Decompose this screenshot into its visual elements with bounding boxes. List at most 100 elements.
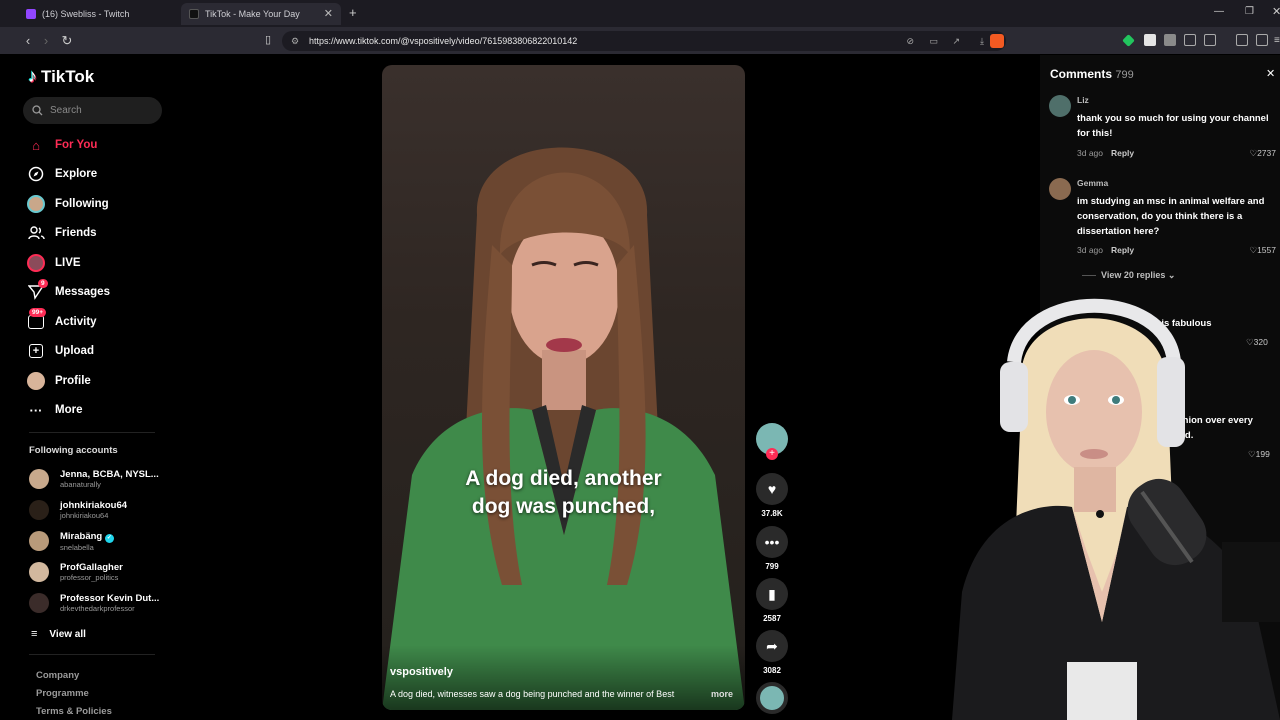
footer-link-programme[interactable]: Programme <box>36 688 89 699</box>
profile-avatar-icon <box>27 372 45 390</box>
comments-count: 799 <box>1115 69 1134 81</box>
media-icon[interactable] <box>1236 34 1248 46</box>
author-avatar-button[interactable]: + <box>756 423 788 460</box>
reply-button[interactable]: Reply <box>1111 245 1134 255</box>
sidebar-item-messages[interactable]: 9 Messages <box>27 279 110 303</box>
extensions-puzzle-icon[interactable] <box>1184 34 1196 46</box>
comment-likes: 2737 <box>1257 148 1276 158</box>
comment-count: 799 <box>765 562 779 571</box>
send-icon: 9 <box>27 279 48 301</box>
bookmark-icon: ▮ <box>756 578 788 610</box>
share-icon[interactable]: ↗ <box>952 31 960 51</box>
sidebar-item-following[interactable]: Following <box>27 193 109 215</box>
footer-link-company[interactable]: Company <box>36 670 79 681</box>
list-icon: ≡ <box>31 628 38 640</box>
following-account[interactable]: Mirabäng ✓ snelabella <box>29 528 114 554</box>
sidebar-item-label: LIVE <box>55 257 81 269</box>
view-all-button[interactable]: ≡ View all <box>31 623 86 645</box>
like-button[interactable]: ♥ 37.8K <box>756 473 788 518</box>
sidebar-item-more[interactable]: ··· More <box>27 399 83 421</box>
music-disc-button[interactable] <box>756 682 788 714</box>
following-account[interactable]: ProfGallagher professor_politics <box>29 559 123 585</box>
comment-button[interactable]: ••• 799 <box>756 526 788 571</box>
following-account[interactable]: Professor Kevin Dut... drkevthedarkprofes… <box>29 590 159 616</box>
comment-user[interactable]: Gemma <box>1077 178 1108 188</box>
sidebar-item-friends[interactable]: Friends <box>27 222 97 244</box>
back-icon[interactable]: ‹ <box>20 33 36 48</box>
sidebar-item-for-you[interactable]: ⌂ For You <box>27 134 97 156</box>
new-tab-button[interactable]: + <box>349 5 357 20</box>
video-author[interactable]: vspositively <box>390 666 453 678</box>
view-replies-button[interactable]: View 20 replies ⌄ <box>1082 270 1175 281</box>
following-account[interactable]: johnkiriakou64 johnkiriakou64 <box>29 497 127 523</box>
minimize-icon[interactable]: — <box>1214 6 1224 17</box>
sidebar-item-label: Explore <box>55 168 98 180</box>
sidebar-toggle-icon[interactable] <box>1256 34 1268 46</box>
brave-shield-icon[interactable] <box>990 34 1004 48</box>
account-name: Mirabäng <box>60 530 103 542</box>
tab-tiktok[interactable]: TikTok - Make Your Day ✕ <box>181 3 341 25</box>
save-count: 2587 <box>763 614 781 623</box>
sidebar-item-label: For You <box>55 139 98 151</box>
account-handle: abanaturally <box>60 480 101 489</box>
close-comments-icon[interactable]: ✕ <box>1266 67 1275 80</box>
sidebar-item-label: Friends <box>55 227 97 239</box>
cast-icon[interactable]: ▭ <box>929 31 938 51</box>
reload-icon[interactable]: ↻ <box>59 33 75 49</box>
divider <box>29 432 155 433</box>
tiktok-logo[interactable]: ♪ TikTok <box>28 66 94 87</box>
reader-icon[interactable]: ⊘ <box>906 31 914 51</box>
home-icon: ⌂ <box>32 137 40 153</box>
verified-icon: ✓ <box>104 533 114 543</box>
search-placeholder: Search <box>50 105 82 116</box>
wallet-icon[interactable] <box>1204 34 1216 46</box>
extension-green-icon[interactable] <box>1122 34 1135 47</box>
heart-icon: ♥ <box>756 473 788 505</box>
sidebar-item-live[interactable]: LIVE <box>27 252 81 274</box>
download-icon[interactable]: ⤓ <box>980 31 984 51</box>
comments-title: Comments <box>1050 67 1113 81</box>
avatar <box>29 469 49 489</box>
account-name: Professor Kevin Dut... <box>60 593 160 604</box>
save-button[interactable]: ▮ 2587 <box>756 578 788 623</box>
close-window-icon[interactable]: ✕ <box>1272 5 1280 18</box>
share-button[interactable]: ➦ 3082 <box>756 630 788 675</box>
site-settings-icon[interactable]: ⚙ <box>291 31 299 51</box>
caption-line: A dog died, another <box>465 467 662 490</box>
menu-icon[interactable]: ≡ <box>1274 35 1280 46</box>
close-tab-icon[interactable]: ✕ <box>324 7 333 20</box>
comment-icon: ••• <box>756 526 788 558</box>
comment-like-button[interactable]: ♡1557 <box>1249 245 1276 256</box>
avatar[interactable] <box>1049 95 1071 117</box>
video-player[interactable]: A dog died, another dog was punched, vsp… <box>382 65 745 710</box>
avatar[interactable] <box>1049 178 1071 200</box>
sidebar-item-activity[interactable]: 99+ Activity <box>27 308 97 333</box>
sidebar-item-label: Messages <box>55 286 110 298</box>
tiktok-note-icon: ♪ <box>28 66 37 86</box>
comment-like-button[interactable]: ♡2737 <box>1249 148 1276 159</box>
reply-button[interactable]: Reply <box>1111 148 1134 158</box>
tab-twitch[interactable]: (16) Swebliss - Twitch <box>18 3 178 25</box>
bookmark-icon[interactable]: ▯ <box>260 33 276 46</box>
upload-icon: + <box>27 342 45 360</box>
account-handle: drkevthedarkprofessor <box>60 604 135 613</box>
maximize-icon[interactable]: ❐ <box>1245 6 1254 17</box>
messages-badge: 9 <box>38 279 48 288</box>
address-bar[interactable]: ⚙ https://www.tiktok.com/@vspositively/v… <box>282 31 1006 51</box>
follow-plus-icon[interactable]: + <box>766 448 778 460</box>
search-icon <box>32 105 43 116</box>
sidebar-item-profile[interactable]: Profile <box>27 370 91 392</box>
comment-text: thank you so much for using your channel… <box>1077 113 1269 139</box>
account-name: ProfGallagher <box>60 562 123 573</box>
following-account[interactable]: Jenna, BCBA, NYSL... abanaturally <box>29 466 159 492</box>
browser-tab-bar: (16) Swebliss - Twitch TikTok - Make You… <box>0 0 1280 27</box>
forward-icon[interactable]: › <box>38 33 54 48</box>
footer-link-terms[interactable]: Terms & Policies <box>36 706 112 717</box>
sidebar-item-explore[interactable]: Explore <box>27 163 97 185</box>
extension-flag-icon[interactable] <box>1144 34 1156 46</box>
sidebar-item-upload[interactable]: + Upload <box>27 340 94 362</box>
comment-user[interactable]: Liz <box>1077 95 1089 105</box>
search-input[interactable]: Search <box>23 97 162 124</box>
extension-gray-icon[interactable] <box>1164 34 1176 46</box>
more-button[interactable]: more <box>711 689 733 699</box>
